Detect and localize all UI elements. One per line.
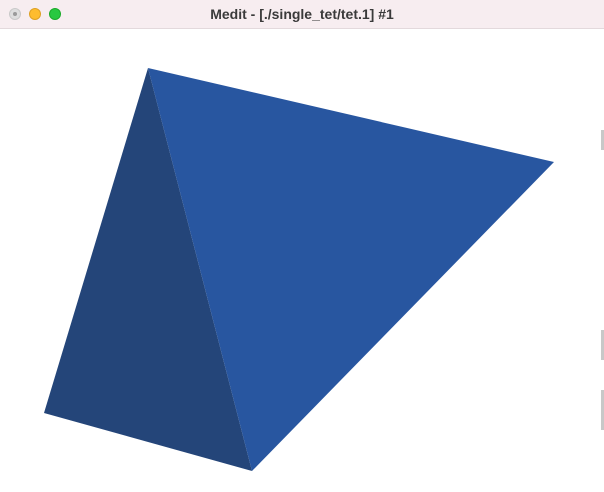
window-title: Medit - [./single_tet/tet.1] #1 bbox=[210, 6, 394, 22]
title-bar[interactable]: Medit - [./single_tet/tet.1] #1 bbox=[0, 0, 604, 29]
tetrahedron-render[interactable] bbox=[0, 29, 604, 492]
medit-window: Medit - [./single_tet/tet.1] #1 bbox=[0, 0, 604, 492]
graphics-viewport[interactable] bbox=[0, 29, 604, 492]
